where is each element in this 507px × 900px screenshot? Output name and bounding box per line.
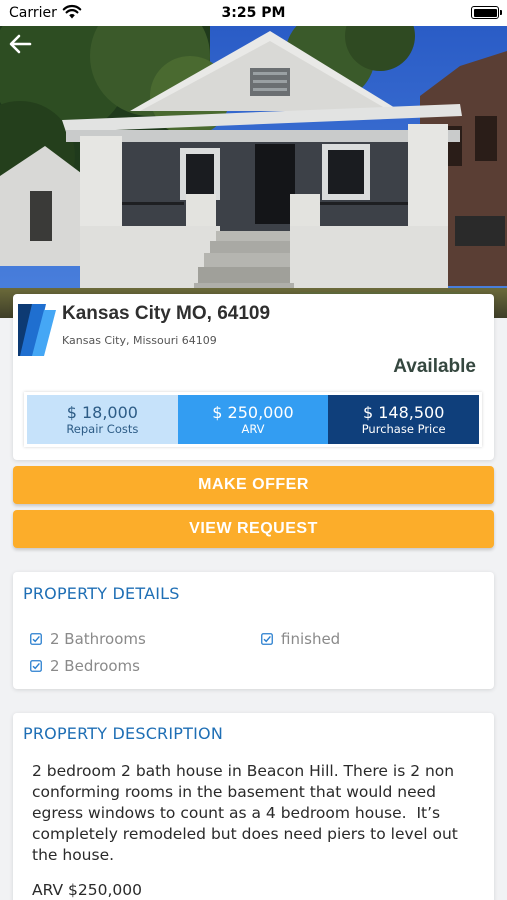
checkbox-checked-icon: [261, 633, 273, 645]
property-details-heading: PROPERTY DETAILS: [23, 584, 180, 603]
arv-amount: $ 250,000: [212, 402, 294, 422]
arv-box: $ 250,000 ARV: [177, 395, 329, 444]
battery-icon: [471, 6, 502, 19]
repair-costs-label: Repair Costs: [66, 421, 139, 436]
purchase-price-label: Purchase Price: [361, 421, 446, 436]
status-badge: Available: [393, 356, 476, 377]
back-arrow-icon[interactable]: [6, 32, 34, 56]
arv-label: ARV: [241, 421, 265, 436]
checkbox-checked-icon: [30, 633, 42, 645]
property-details-card: PROPERTY DETAILS 2 Bathrooms finished 2 …: [13, 572, 494, 689]
brand-logo: [18, 304, 56, 356]
description-arv-line: ARV $250,000: [32, 881, 143, 899]
make-offer-button[interactable]: MAKE OFFER: [13, 466, 494, 504]
detail-label: finished: [281, 630, 341, 648]
property-description-heading: PROPERTY DESCRIPTION: [23, 724, 223, 743]
clock: 3:25 PM: [221, 5, 286, 21]
description-text: 2 bedroom 2 bath house in Beacon Hill. T…: [32, 762, 463, 864]
detail-item-bathrooms: 2 Bathrooms: [30, 630, 146, 648]
property-photo: [0, 26, 507, 318]
property-subtitle: Kansas City, Missouri 64109: [62, 334, 217, 347]
price-strip: $ 18,000 Repair Costs $ 250,000 ARV $ 14…: [24, 392, 482, 447]
view-request-button[interactable]: VIEW REQUEST: [13, 510, 494, 548]
checkbox-checked-icon: [30, 660, 42, 672]
detail-item-finished: finished: [261, 630, 340, 648]
property-title: Kansas City MO, 64109: [62, 303, 271, 324]
detail-label: 2 Bedrooms: [50, 657, 140, 675]
detail-item-bedrooms: 2 Bedrooms: [30, 657, 140, 675]
repair-costs-box: $ 18,000 Repair Costs: [27, 395, 178, 444]
property-summary-card: Kansas City MO, 64109 Kansas City, Misso…: [13, 294, 494, 460]
repair-costs-amount: $ 18,000: [66, 402, 138, 422]
purchase-price-amount: $ 148,500: [362, 402, 445, 422]
property-description-card: PROPERTY DESCRIPTION 2 bedroom 2 bath ho…: [13, 713, 494, 900]
detail-label: 2 Bathrooms: [50, 630, 146, 648]
status-bar: Carrier 3:25 PM: [0, 0, 507, 26]
purchase-price-box: $ 148,500 Purchase Price: [328, 395, 480, 444]
